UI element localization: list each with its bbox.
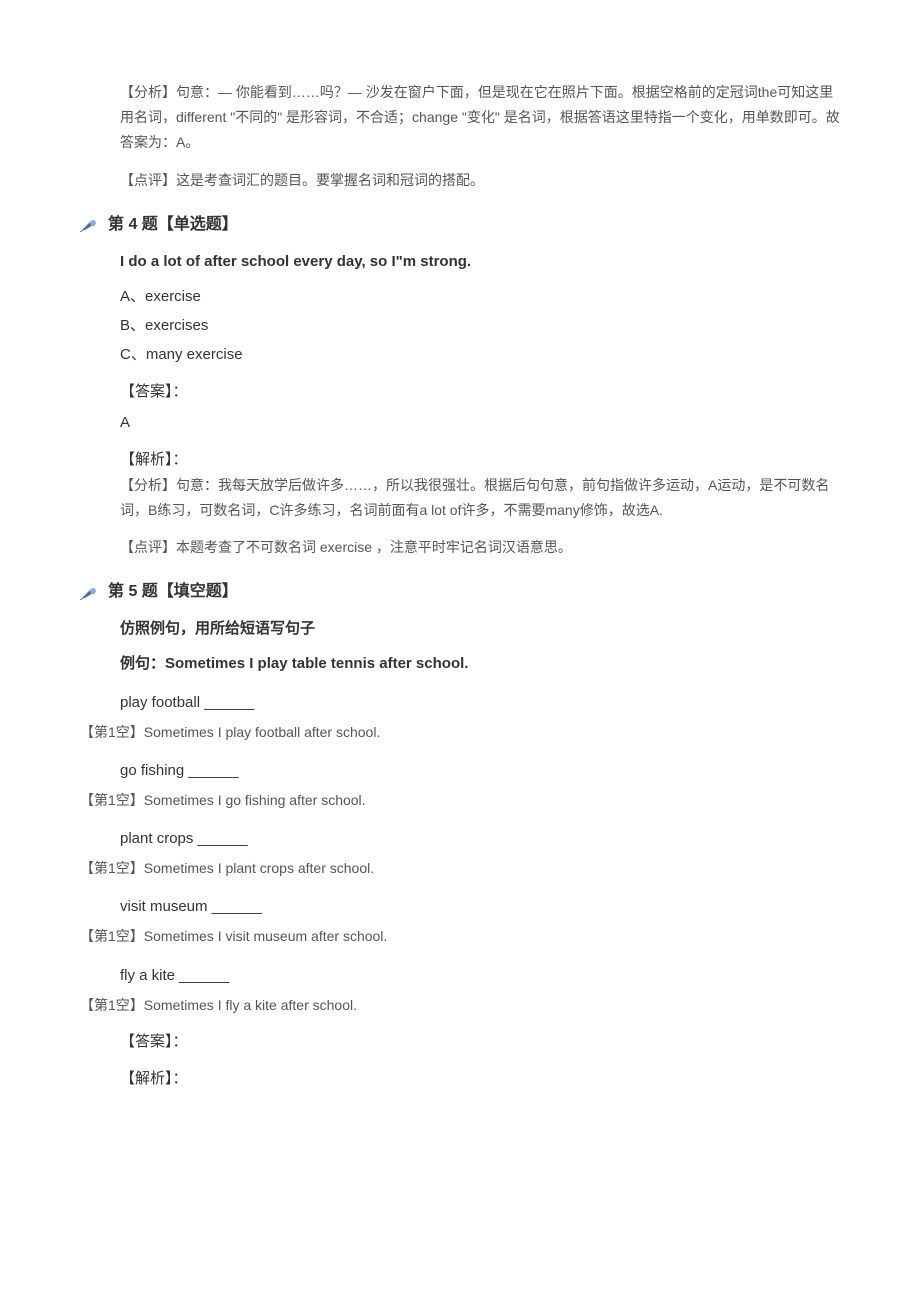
q4-comment: 【点评】本题考查了不可数名词 exercise ，注意平时牢记名词汉语意思。 (120, 535, 840, 560)
pin-icon (80, 586, 102, 600)
q4-analysis: 【分析】句意：我每天放学后做许多……，所以我很强壮。根据后句句意，前句指做许多运… (120, 473, 840, 523)
q4-title: 第 4 题【单选题】 (108, 211, 238, 240)
q4-option-c: C、many exercise (120, 341, 840, 368)
q5-item-answer: 【第1空】Sometimes I visit museum after scho… (80, 924, 840, 949)
q4-answer-label: 【答案】： (120, 378, 840, 405)
q5-jiexi-label: 【解析】： (120, 1065, 840, 1092)
q5-example-text: Sometimes I play table tennis after scho… (165, 655, 468, 672)
q5-item-prompt: visit museum ______ (120, 893, 840, 920)
q5-title: 第 5 题【填空题】 (108, 578, 238, 607)
q3-analysis: 【分析】句意：— 你能看到……吗？— 沙发在窗户下面，但是现在它在照片下面。根据… (120, 80, 840, 156)
q5-header: 第 5 题【填空题】 (80, 578, 840, 607)
q5-item-answer: 【第1空】Sometimes I play football after sch… (80, 720, 840, 745)
q5-item-prompt: go fishing ______ (120, 757, 840, 784)
q4-option-a: A、exercise (120, 283, 840, 310)
q5-item-answer: 【第1空】Sometimes I plant crops after schoo… (80, 856, 840, 881)
q5-item-answer: 【第1空】Sometimes I fly a kite after school… (80, 993, 840, 1018)
q5-intro: 仿照例句，用所给短语写句子 (120, 615, 840, 642)
q5-answer-label: 【答案】： (120, 1028, 840, 1055)
q5-example-label: 例句： (120, 655, 165, 672)
q4-option-b: B、exercises (120, 312, 840, 339)
q4-stem: I do a lot of after school every day, so… (120, 248, 840, 275)
q4-header: 第 4 题【单选题】 (80, 211, 840, 240)
q4-answer-value: A (120, 409, 840, 436)
q5-example: 例句：Sometimes I play table tennis after s… (120, 650, 840, 677)
pin-icon (80, 218, 102, 232)
q5-item-prompt: plant crops ______ (120, 825, 840, 852)
q5-item-answer: 【第1空】Sometimes I go fishing after school… (80, 788, 840, 813)
q4-options: A、exercise B、exercises C、many exercise (120, 283, 840, 368)
q5-item-prompt: play football ______ (120, 689, 840, 716)
q5-item-prompt: fly a kite ______ (120, 962, 840, 989)
q4-jiexi-label: 【解析】： (120, 446, 840, 473)
q3-comment: 【点评】这是考查词汇的题目。要掌握名词和冠词的搭配。 (120, 168, 840, 193)
